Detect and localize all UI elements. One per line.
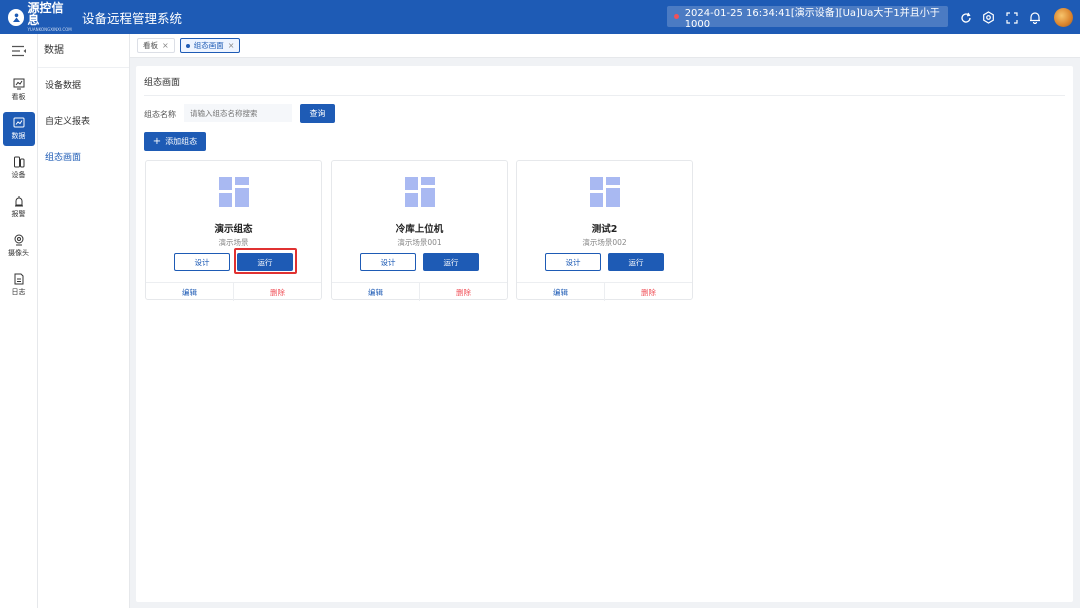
highlight-box: [234, 248, 297, 274]
dashboard-icon: [13, 78, 24, 90]
active-dot-icon: [185, 43, 190, 48]
design-button[interactable]: 设计: [360, 253, 416, 271]
settings-icon[interactable]: [980, 9, 997, 26]
alarm-icon: [14, 196, 23, 207]
alarm-ticker[interactable]: 2024-01-25 16:34:41[演示设备][Ua]Ua大于1并且小于10…: [667, 6, 948, 30]
delete-button[interactable]: 删除: [234, 283, 321, 301]
rail-item-label: 看板: [11, 93, 26, 101]
rail-item-label: 摄像头: [8, 249, 29, 257]
submenu-title: 数据: [38, 34, 129, 68]
search-button[interactable]: 查询: [300, 104, 335, 123]
rail-item-label: 设备: [11, 171, 26, 179]
tab-label: 组态画面: [193, 41, 224, 50]
fullscreen-icon[interactable]: [1003, 9, 1020, 26]
card-name: 演示组态: [214, 224, 253, 235]
menu-collapse-icon[interactable]: [0, 34, 37, 68]
rail-item-log[interactable]: 日志: [3, 268, 35, 302]
design-button[interactable]: 设计: [174, 253, 230, 271]
rail-item-camera[interactable]: 摄像头: [3, 229, 35, 263]
design-button[interactable]: 设计: [545, 253, 601, 271]
run-button[interactable]: 运行: [608, 253, 664, 271]
layout-grid-icon: [219, 177, 249, 207]
search-input[interactable]: [184, 104, 292, 122]
edit-button[interactable]: 编辑: [146, 283, 234, 301]
alarm-dot-icon: [674, 14, 679, 19]
rail-item-label: 报警: [11, 210, 26, 218]
log-icon: [14, 273, 23, 285]
refresh-icon[interactable]: [957, 9, 974, 26]
logo-text: 源控信息: [27, 1, 64, 27]
rail-item-label: 数据: [11, 132, 26, 140]
left-rail: 看板 数据 设备 报警 摄像头 日志: [0, 34, 38, 608]
add-button-label: 添加组态: [165, 137, 198, 146]
sub-menu: 数据 设备数据 自定义报表 组态画面: [38, 34, 130, 608]
scada-card: 冷库上位机 演示场景001 设计 运行 编辑 删除: [331, 160, 508, 301]
card-desc: 演示场景002: [582, 238, 627, 247]
close-icon[interactable]: ×: [162, 41, 169, 50]
logo: 源控信息 YUANKONGXINXI.COM: [8, 2, 74, 32]
submenu-item-device-data[interactable]: 设备数据: [38, 68, 129, 104]
add-scada-button[interactable]: + 添加组态: [144, 132, 206, 151]
tab-dashboard[interactable]: 看板 ×: [137, 38, 175, 53]
page-title: 组态画面: [144, 78, 181, 88]
device-icon: [13, 156, 24, 168]
rail-item-label: 日志: [11, 288, 26, 296]
camera-icon: [14, 234, 23, 246]
alarm-text: 2024-01-25 16:34:41[演示设备][Ua]Ua大于1并且小于10…: [684, 7, 940, 30]
rail-item-device[interactable]: 设备: [3, 151, 35, 185]
close-icon[interactable]: ×: [228, 41, 235, 50]
rail-item-data[interactable]: 数据: [2, 112, 35, 146]
layout-grid-icon: [590, 177, 620, 207]
edit-button[interactable]: 编辑: [332, 283, 420, 301]
search-label: 组态名称: [144, 110, 176, 119]
chart-icon: [13, 117, 24, 128]
card-name: 测试2: [591, 224, 618, 235]
tab-bar: 看板 × 组态画面 ×: [130, 34, 1080, 58]
tab-scada[interactable]: 组态画面 ×: [179, 38, 241, 53]
scada-card: 测试2 演示场景002 设计 运行 编辑 删除: [516, 160, 693, 301]
card-name: 冷库上位机: [395, 224, 444, 235]
divider: [144, 95, 1065, 96]
logo-subtext: YUANKONGXINXI.COM: [27, 27, 72, 32]
card-desc: 演示场景: [218, 238, 249, 247]
app-title: 设备远程管理系统: [82, 10, 183, 26]
avatar[interactable]: [1054, 8, 1073, 27]
rail-item-dashboard[interactable]: 看板: [3, 73, 35, 107]
layout-grid-icon: [405, 177, 435, 207]
delete-button[interactable]: 删除: [605, 283, 692, 301]
tab-label: 看板: [143, 41, 158, 50]
card-desc: 演示场景001: [397, 238, 442, 247]
delete-button[interactable]: 删除: [420, 283, 507, 301]
logo-mark-icon: [8, 8, 25, 26]
top-header: 源控信息 YUANKONGXINXI.COM 设备远程管理系统 2024-01-…: [0, 0, 1080, 34]
plus-icon: +: [152, 136, 162, 147]
run-button[interactable]: 运行: [423, 253, 479, 271]
rail-item-alarm[interactable]: 报警: [3, 190, 35, 224]
submenu-item-scada[interactable]: 组态画面: [38, 140, 129, 176]
main-panel: 组态画面 组态名称 查询 + 添加组态 演示组态 演示场景 设计 运行 编辑 删…: [136, 66, 1073, 602]
scada-card: 演示组态 演示场景 设计 运行 编辑 删除: [145, 160, 322, 301]
bell-icon[interactable]: [1026, 9, 1043, 26]
edit-button[interactable]: 编辑: [517, 283, 605, 301]
submenu-item-custom-report[interactable]: 自定义报表: [38, 104, 129, 140]
